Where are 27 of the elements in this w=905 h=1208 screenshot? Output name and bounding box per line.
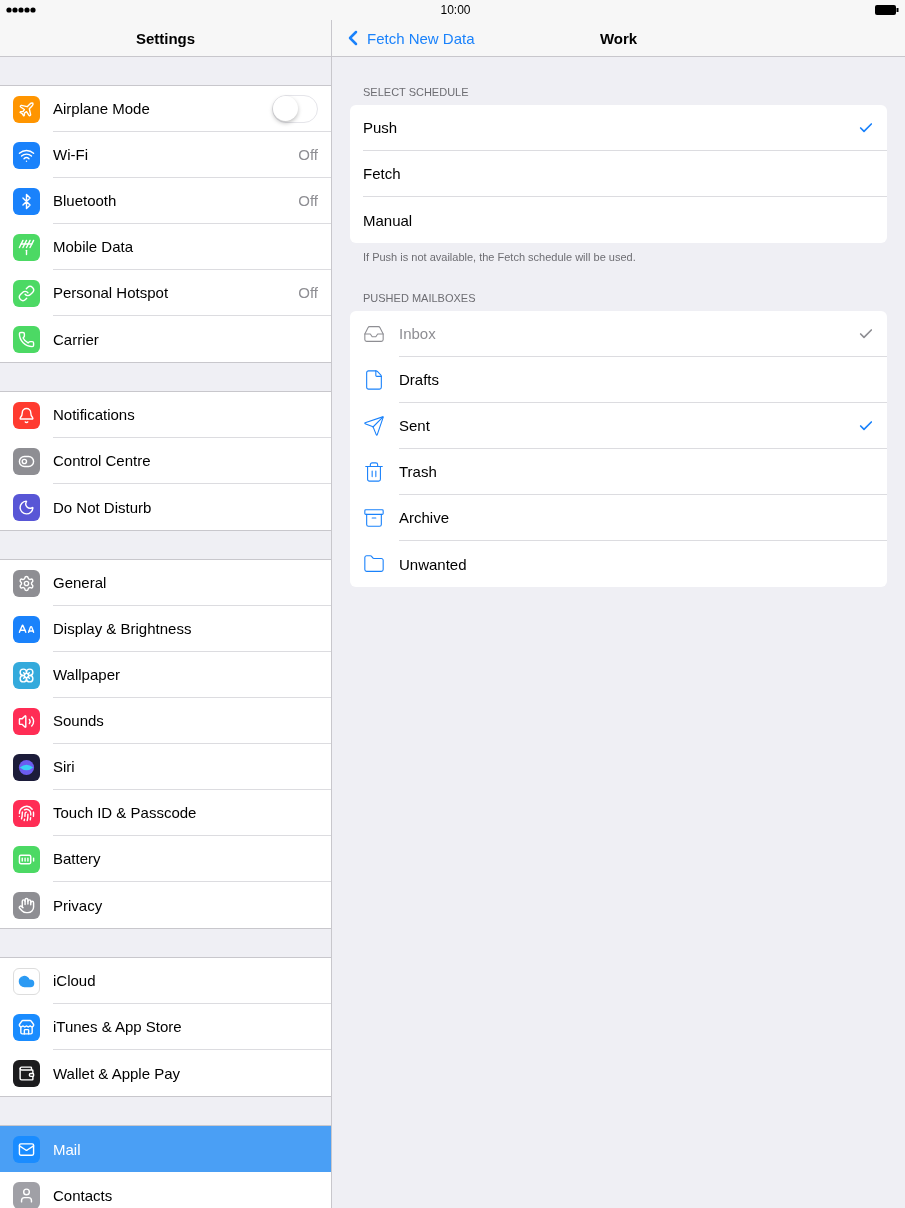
page-title: Work <box>599 29 638 47</box>
option-row[interactable]: Sent <box>350 403 887 449</box>
status-value: Off <box>298 146 318 163</box>
option-row[interactable]: Push <box>350 105 887 151</box>
option-row[interactable]: Drafts <box>350 357 887 403</box>
folder-icon <box>363 553 385 575</box>
archive-icon <box>363 507 385 529</box>
status-value: Off <box>298 192 318 209</box>
sidebar-title: Settings <box>135 29 196 47</box>
document-icon <box>363 369 385 391</box>
back-button[interactable]: Fetch New Data <box>341 26 475 50</box>
option-row[interactable]: Manual <box>350 197 887 243</box>
trash-icon <box>363 461 385 483</box>
inbox-icon <box>363 323 385 345</box>
option-row[interactable]: Unwanted <box>350 541 887 587</box>
battery-icon <box>875 5 899 15</box>
signal-icon <box>6 7 36 13</box>
section-header: PUSHED MAILBOXES <box>362 291 477 306</box>
clock-time: 10:00 <box>440 3 471 17</box>
section-header: SELECT SCHEDULE <box>362 85 470 100</box>
option-row[interactable]: Trash <box>350 449 887 495</box>
section-footer: If Push is not available, the Fetch schedule will be used. <box>350 243 887 263</box>
toggle-switch[interactable] <box>272 94 318 123</box>
send-icon <box>363 415 385 437</box>
option-row[interactable]: Fetch <box>350 151 887 197</box>
status-value: Off <box>298 284 318 301</box>
option-row[interactable]: Archive <box>350 495 887 541</box>
